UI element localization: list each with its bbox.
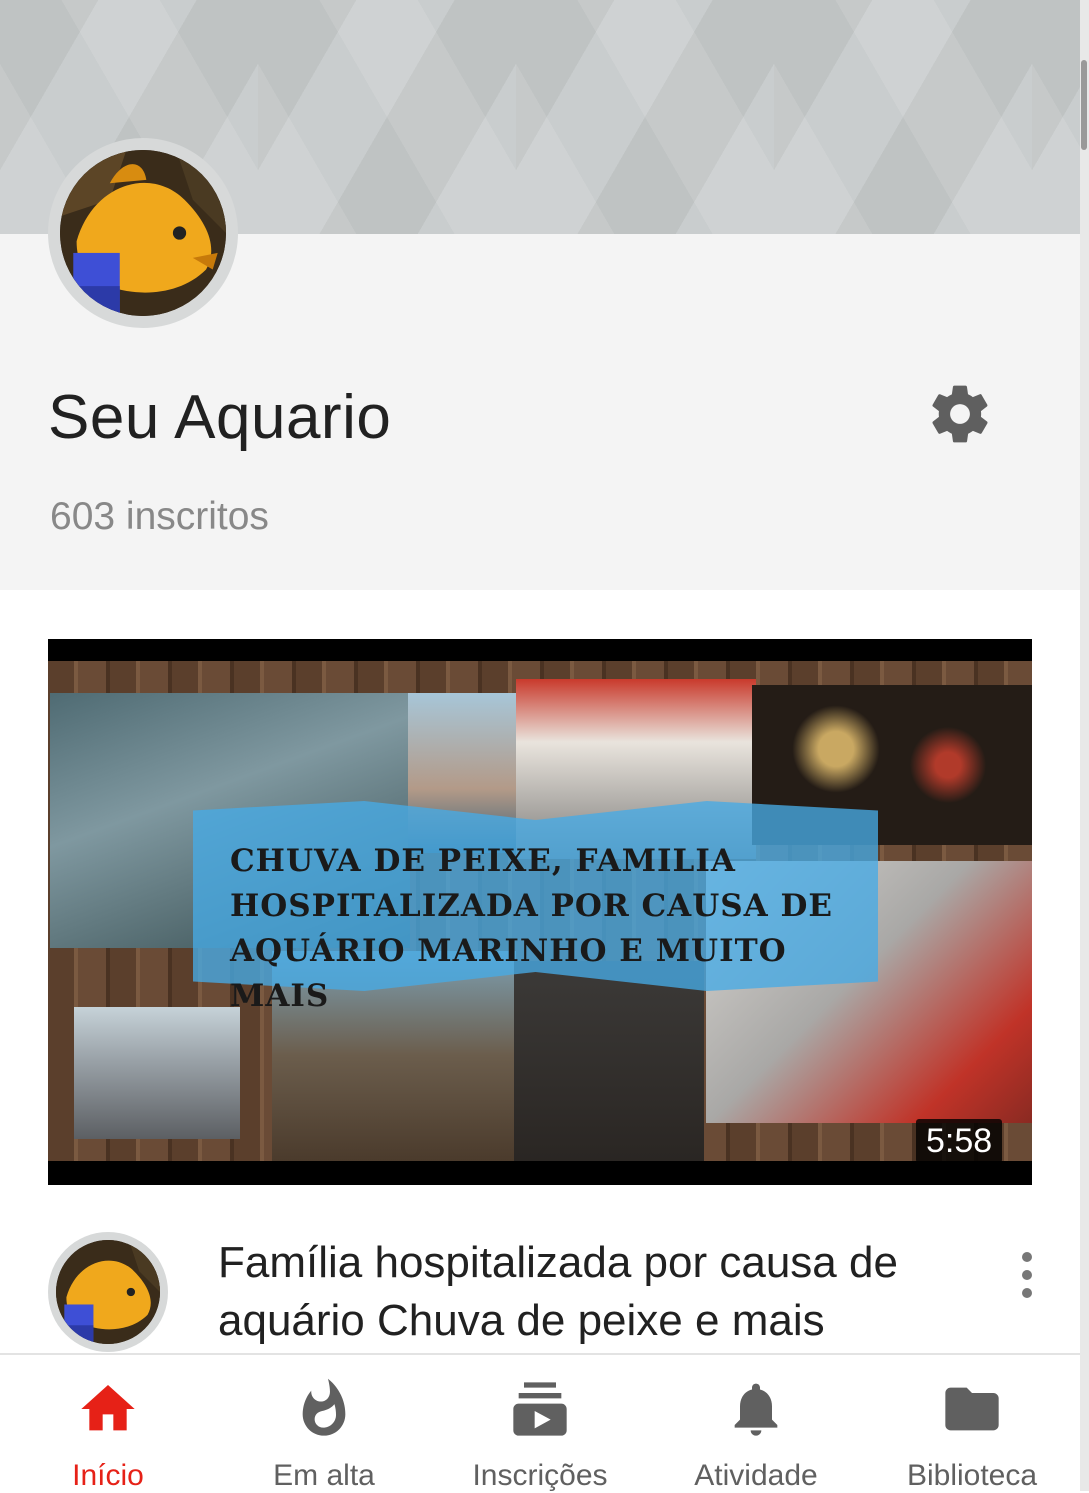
nav-item-inicio[interactable]: Início (0, 1355, 216, 1493)
nav-label-inscricoes: Inscrições (472, 1459, 608, 1492)
subscriber-count: 603 inscritos (50, 495, 269, 538)
flame-icon (302, 1378, 346, 1436)
video-title[interactable]: Família hospitalizada por causa de aquár… (218, 1234, 978, 1350)
bell-icon (734, 1383, 778, 1436)
scrollbar[interactable] (1080, 0, 1089, 1491)
nav-label-atividade: Atividade (694, 1459, 818, 1492)
fish-logo (60, 150, 226, 316)
fish-logo-small (56, 1240, 160, 1344)
thumbnail-collage: CHUVA DE PEIXE, FAMILIA HOSPITALIZADA PO… (48, 661, 1032, 1161)
nav-item-inscricoes[interactable]: Inscrições (432, 1355, 648, 1493)
nav-item-em-alta[interactable]: Em alta (216, 1355, 432, 1493)
video-duration-badge: 5:58 (916, 1119, 1003, 1163)
folder-icon (945, 1387, 999, 1431)
nav-label-em-alta: Em alta (273, 1459, 375, 1492)
video-channel-avatar[interactable] (48, 1232, 168, 1352)
scrollbar-thumb[interactable] (1081, 60, 1087, 150)
settings-gear-icon[interactable] (926, 380, 994, 448)
nav-item-biblioteca[interactable]: Biblioteca (864, 1355, 1080, 1493)
bottom-nav: Início Em alta Inscrições Atividade Bibl… (0, 1353, 1080, 1493)
home-icon (81, 1385, 135, 1431)
nav-item-atividade[interactable]: Atividade (648, 1355, 864, 1493)
subscriptions-icon (513, 1382, 567, 1436)
nav-label-biblioteca: Biblioteca (906, 1459, 1038, 1492)
photo-fish-road (74, 1007, 240, 1139)
channel-name: Seu Aquario (48, 383, 392, 452)
video-thumbnail[interactable]: CHUVA DE PEIXE, FAMILIA HOSPITALIZADA PO… (48, 639, 1032, 1185)
thumbnail-caption: CHUVA DE PEIXE, FAMILIA HOSPITALIZADA PO… (230, 843, 833, 1014)
nav-label-inicio: Início (72, 1459, 144, 1492)
channel-avatar[interactable] (48, 138, 238, 328)
more-options-icon[interactable] (1010, 1252, 1044, 1302)
